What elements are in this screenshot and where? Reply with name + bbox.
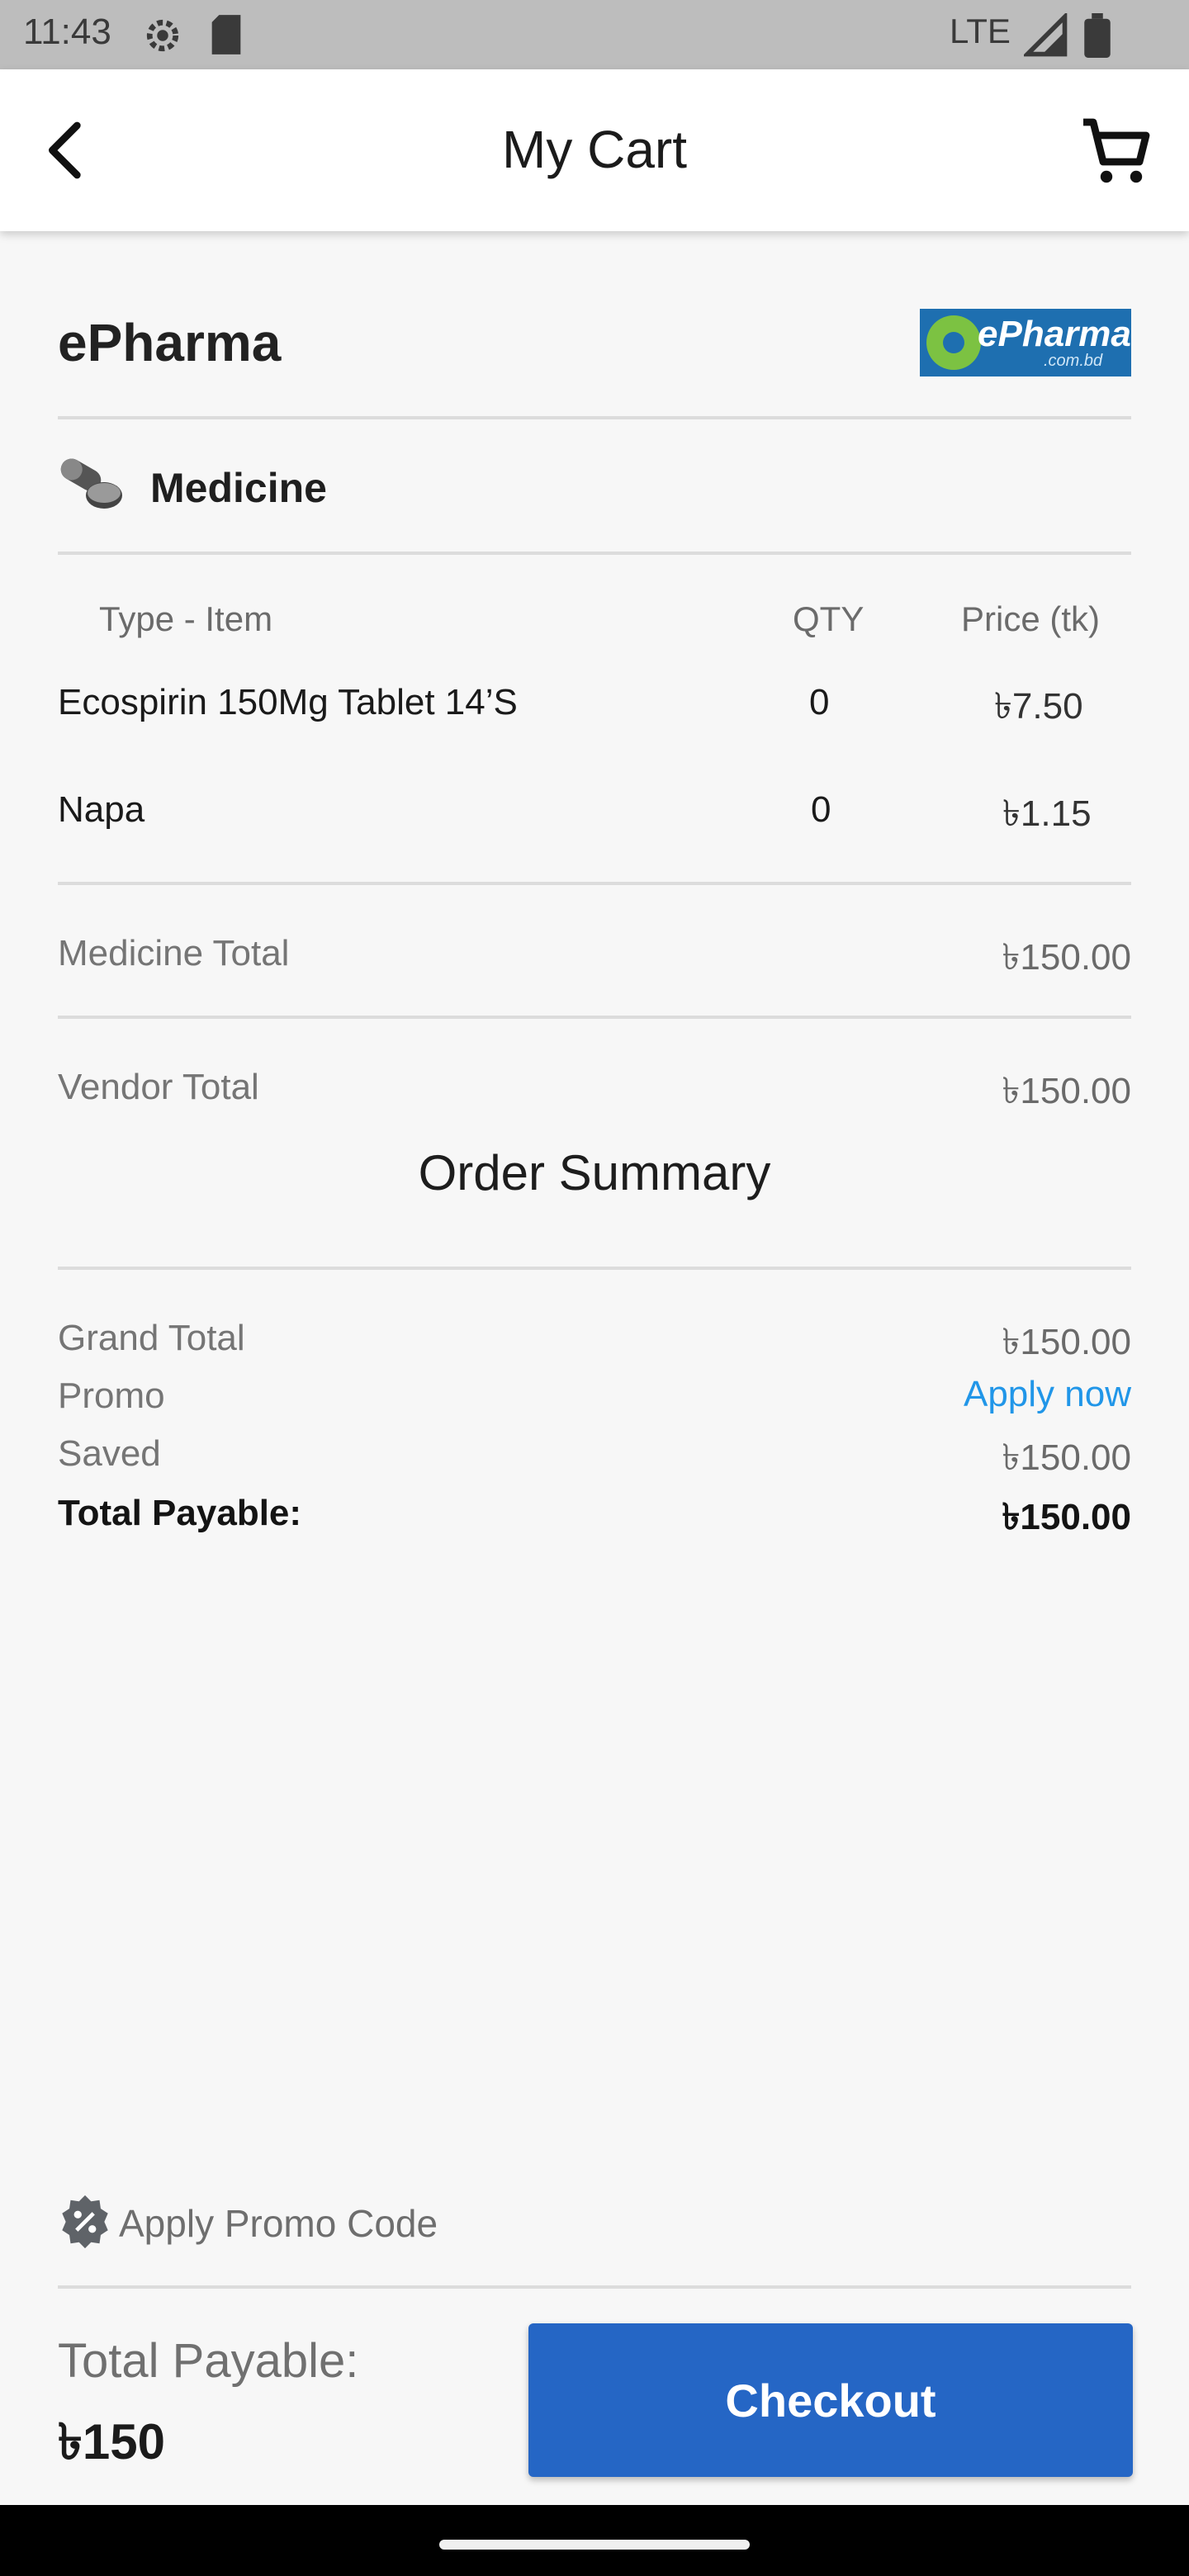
pills-icon bbox=[60, 458, 122, 509]
saved-value: ৳150.00 bbox=[1002, 1437, 1132, 1478]
logo-subtext: .com.bd bbox=[1044, 352, 1103, 370]
column-header-item: Type - Item bbox=[99, 599, 273, 638]
footer-total-amount: ৳150 bbox=[58, 2414, 165, 2469]
grand-total-value: ৳150.00 bbox=[1002, 1322, 1132, 1362]
vendor-name: ePharma bbox=[58, 313, 282, 372]
vendor-total-label: Vendor Total bbox=[58, 1067, 259, 1107]
apply-now-link[interactable]: Apply now bbox=[964, 1374, 1131, 1415]
category-label: Medicine bbox=[150, 465, 327, 511]
vendor-total-value: ৳150.00 bbox=[1002, 1071, 1132, 1111]
cart-button[interactable] bbox=[1077, 112, 1156, 192]
battery-icon bbox=[1084, 13, 1111, 58]
divider bbox=[58, 1267, 1131, 1270]
cart-icon bbox=[1083, 118, 1150, 183]
network-type: LTE bbox=[950, 12, 1011, 50]
grand-total-label: Grand Total bbox=[58, 1318, 245, 1358]
total-payable-value: ৳150.00 bbox=[1002, 1497, 1132, 1537]
order-summary-title: Order Summary bbox=[418, 1145, 771, 1200]
item-price: ৳7.50 bbox=[994, 686, 1083, 727]
item-price: ৳1.15 bbox=[1002, 793, 1092, 834]
footer-total-label: Total Payable: bbox=[58, 2334, 359, 2388]
item-qty: 0 bbox=[811, 789, 831, 830]
status-bar: 11:43 LTE bbox=[0, 0, 1189, 69]
sd-card-icon bbox=[211, 15, 241, 54]
medicine-total-label: Medicine Total bbox=[58, 933, 290, 973]
system-nav-bar bbox=[0, 2505, 1189, 2576]
item-name: Napa bbox=[58, 789, 145, 830]
apply-promo-code-button[interactable]: Apply Promo Code bbox=[119, 2201, 438, 2246]
discount-badge-icon[interactable] bbox=[56, 2193, 114, 2251]
divider bbox=[58, 2285, 1131, 2289]
total-payable-label: Total Payable: bbox=[58, 1493, 302, 1533]
divider bbox=[58, 416, 1131, 419]
divider bbox=[58, 1016, 1131, 1019]
app-bar: My Cart bbox=[0, 69, 1189, 231]
status-time: 11:43 bbox=[23, 12, 111, 52]
divider bbox=[58, 552, 1131, 555]
settings-icon bbox=[146, 19, 179, 52]
checkout-button[interactable]: Checkout bbox=[528, 2323, 1133, 2477]
signal-icon bbox=[1024, 13, 1068, 57]
promo-label: Promo bbox=[58, 1376, 165, 1416]
home-gesture-handle[interactable] bbox=[439, 2540, 750, 2550]
logo-leaf-icon bbox=[926, 315, 981, 370]
column-header-qty: QTY bbox=[793, 599, 865, 638]
divider bbox=[58, 882, 1131, 885]
item-qty: 0 bbox=[809, 682, 830, 722]
medicine-total-value: ৳150.00 bbox=[1002, 937, 1132, 978]
logo-text: ePharma bbox=[978, 314, 1131, 354]
item-name: Ecospirin 150Mg Tablet 14’S bbox=[58, 682, 518, 722]
saved-label: Saved bbox=[58, 1433, 161, 1474]
vendor-logo: ePharma .com.bd bbox=[920, 309, 1131, 376]
page-title: My Cart bbox=[502, 120, 687, 179]
column-header-price: Price (tk) bbox=[961, 599, 1100, 638]
